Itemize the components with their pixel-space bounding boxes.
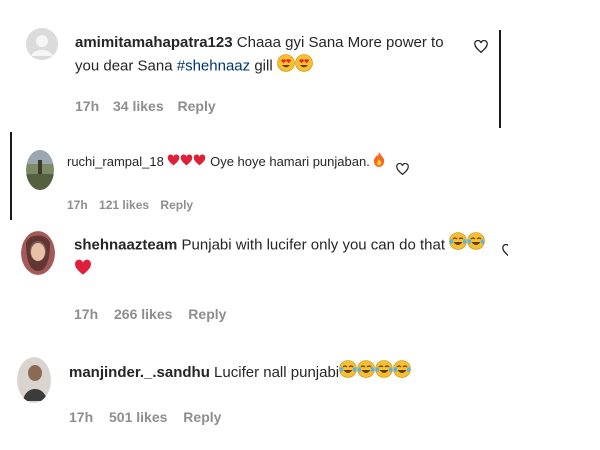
heart-eyes-emoji-icon (295, 54, 313, 79)
comment-text: Oye hoye hamari punjaban. (210, 154, 370, 169)
reply-button[interactable]: Reply (160, 198, 193, 212)
red-heart-emoji-icon (167, 153, 180, 173)
reply-button[interactable]: Reply (188, 306, 226, 322)
hashtag-link[interactable]: #shehnaaz (177, 57, 250, 74)
comment-username[interactable]: amimitamahapatra123 (75, 34, 233, 51)
tears-of-joy-emoji-icon (375, 360, 393, 386)
comment-text: Punjabi with lucifer only you can do tha… (181, 236, 446, 254)
tears-of-joy-emoji-icon (449, 232, 468, 259)
comment-body: manjinder._.sandhu Lucifer nall punjabi (69, 360, 469, 386)
avatar[interactable] (17, 357, 51, 403)
comment-time: 17h (75, 98, 100, 114)
avatar[interactable] (26, 28, 58, 60)
comment-meta: 17h 501 likes Reply (69, 409, 221, 425)
reply-button[interactable]: Reply (178, 98, 216, 114)
comment-username[interactable]: ruchi_rampal_18 (67, 154, 164, 169)
comment-item: amimitamahapatra123 Chaaa gyi Sana More … (0, 0, 600, 128)
comment-meta: 17h 121 likes Reply (67, 198, 193, 212)
like-heart-icon[interactable] (396, 162, 409, 181)
comment-username[interactable]: shehnaazteam (74, 236, 177, 253)
tears-of-joy-emoji-icon (357, 360, 375, 386)
user-photo-icon (21, 231, 55, 275)
comment-likes[interactable]: 121 likes (99, 198, 149, 212)
comment-text-after: gill (250, 57, 273, 75)
like-heart-icon[interactable] (502, 244, 508, 263)
comment-time: 17h (74, 306, 99, 322)
default-avatar-icon (26, 28, 58, 60)
comment-likes[interactable]: 266 likes (114, 306, 172, 322)
tears-of-joy-emoji-icon (393, 360, 411, 386)
comment-body: amimitamahapatra123 Chaaa gyi Sana More … (75, 31, 465, 79)
tears-of-joy-emoji-icon (339, 360, 357, 386)
comment-likes[interactable]: 34 likes (113, 98, 164, 114)
comment-body: shehnaazteam Punjabi with lucifer only y… (74, 232, 494, 286)
comment-text: Lucifer nall punjabi (214, 363, 340, 381)
comment-time: 17h (69, 409, 94, 425)
reply-button[interactable]: Reply (183, 409, 221, 425)
comment-time: 17h (67, 198, 88, 212)
heart-eyes-emoji-icon (277, 54, 295, 79)
comment-meta: 17h 266 likes Reply (74, 306, 226, 322)
comment-meta: 17h 34 likes Reply (75, 98, 216, 114)
tears-of-joy-emoji-icon (467, 232, 486, 259)
red-heart-emoji-icon (193, 153, 206, 173)
comment-item: manjinder._.sandhu Lucifer nall punjabi … (0, 340, 600, 450)
user-photo-icon (17, 357, 51, 403)
avatar[interactable] (26, 150, 54, 190)
avatar[interactable] (21, 231, 55, 275)
comment-body: ruchi_rampal_18 Oye hoye hamari punjaban… (67, 152, 397, 173)
red-heart-emoji-icon (74, 259, 92, 286)
fire-emoji-icon (373, 152, 385, 173)
comment-likes[interactable]: 501 likes (109, 409, 167, 425)
red-heart-emoji-icon (180, 153, 193, 173)
comment-item: ruchi_rampal_18 Oye hoye hamari punjaban… (0, 128, 600, 220)
user-photo-icon (26, 150, 54, 190)
like-heart-icon[interactable] (474, 39, 488, 59)
comment-username[interactable]: manjinder._.sandhu (69, 364, 210, 381)
comment-item: shehnaazteam Punjabi with lucifer only y… (0, 220, 600, 340)
